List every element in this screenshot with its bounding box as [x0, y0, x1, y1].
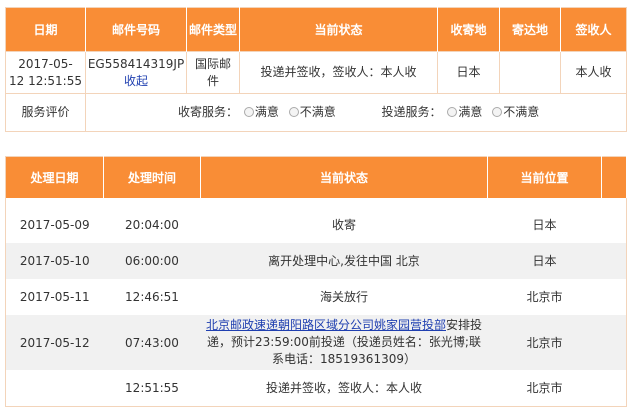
- header-current-location: 当前位置: [487, 156, 602, 198]
- tracking-table: 处理日期 处理时间 当前状态 当前位置 2017-05-09 20:04:00 …: [5, 156, 627, 407]
- tracking-status-line1: 北京邮政速递朝阳路区域分公司姚家园营投部安排投: [201, 317, 488, 334]
- tracking-location: 北京市: [487, 279, 602, 315]
- post-office-link[interactable]: 北京邮政速递朝阳路区域分公司姚家园营投部: [206, 318, 446, 332]
- tracking-time: 07:43:00: [103, 315, 201, 370]
- tracking-row: 2017-05-11 12:46:51 海关放行 北京市: [5, 279, 627, 315]
- mail-type-line1: 国际邮: [194, 56, 231, 71]
- tracking-location: 北京市: [487, 315, 602, 370]
- tracking-blank: [601, 243, 627, 279]
- header-process-time: 处理时间: [103, 156, 201, 198]
- tracking-status: 投递并签收，签收人：本人收: [200, 370, 488, 407]
- mail-type-line2: 件: [206, 73, 219, 88]
- header-mail-number: 邮件号码: [85, 7, 187, 52]
- tracking-date: 2017-05-09: [5, 207, 104, 243]
- summary-header-row: 日期 邮件号码 邮件类型 当前状态 收寄地 寄达地 签收人: [5, 7, 627, 52]
- header-origin: 收寄地: [437, 7, 500, 52]
- tracking-blank: [601, 207, 627, 243]
- tracking-row: 2017-05-09 20:04:00 收寄 日本: [5, 207, 627, 243]
- header-mail-type: 邮件类型: [186, 7, 240, 52]
- header-signer: 签收人: [560, 7, 627, 52]
- header-current-status: 当前状态: [239, 7, 438, 52]
- mail-summary-table: 日期 邮件号码 邮件类型 当前状态 收寄地 寄达地 签收人 2017-05- 1…: [5, 7, 627, 132]
- tracking-status: 海关放行: [200, 279, 488, 315]
- summary-destination: [499, 51, 561, 94]
- summary-mail-number-cell: EG558414319JP 收起: [85, 51, 187, 94]
- tracking-time: 12:51:55: [103, 370, 201, 407]
- summary-date-cell: 2017-05- 12 12:51:55: [5, 51, 86, 94]
- evaluation-options: 收寄服务： 满意 不满意 投递服务： 满意 不满意: [85, 93, 627, 132]
- summary-data-row: 2017-05- 12 12:51:55 EG558414319JP 收起 国际…: [5, 51, 627, 94]
- radio-icon[interactable]: [288, 107, 299, 117]
- spacer-row: [5, 198, 627, 207]
- summary-date: 2017-05-: [18, 56, 73, 71]
- radio-icon[interactable]: [243, 107, 254, 117]
- delivery-satisfied-option[interactable]: 满意: [447, 104, 482, 121]
- tracking-blank: [601, 279, 627, 315]
- summary-signer: 本人收: [560, 51, 627, 94]
- delivery-unsatisfied-option[interactable]: 不满意: [492, 104, 539, 121]
- tracking-status-line2: 递，预计23:59:00前投递（投递员姓名：张光博;联: [207, 335, 481, 349]
- pickup-satisfied-option[interactable]: 满意: [243, 104, 279, 121]
- summary-time: 12 12:51:55: [9, 73, 82, 88]
- header-destination: 寄达地: [499, 7, 561, 52]
- collapse-link[interactable]: 收起: [86, 73, 186, 90]
- summary-status: 投递并签收，签收人：本人收: [239, 51, 438, 94]
- pickup-unsatisfied-label: 不满意: [299, 105, 336, 119]
- pickup-unsatisfied-option[interactable]: 不满意: [288, 104, 336, 121]
- tracking-time: 06:00:00: [103, 243, 201, 279]
- tracking-date: 2017-05-10: [5, 243, 104, 279]
- pickup-service-label: 收寄服务：: [178, 105, 239, 119]
- tracking-date: 2017-05-11: [5, 279, 104, 315]
- tracking-row: 2017-05-10 06:00:00 离开处理中心,发往中国 北京 日本: [5, 243, 627, 279]
- delivery-evaluation-group: 投递服务： 满意 不满意: [382, 104, 546, 121]
- radio-icon[interactable]: [492, 107, 503, 117]
- summary-mail-type-cell: 国际邮 件: [186, 51, 240, 94]
- tracking-status-line1-rest: 安排投: [446, 318, 483, 332]
- delivery-satisfied-label: 满意: [458, 105, 483, 119]
- tracking-row: 12:51:55 投递并签收，签收人：本人收 北京市: [5, 370, 627, 407]
- tracking-status: 离开处理中心,发往中国 北京: [200, 243, 488, 279]
- spacer-cell: [5, 198, 627, 207]
- tracking-blank: [601, 315, 627, 370]
- tracking-location: 日本: [487, 207, 602, 243]
- radio-icon[interactable]: [447, 107, 458, 117]
- tracking-time: 20:04:00: [103, 207, 201, 243]
- tracking-time: 12:46:51: [103, 279, 201, 315]
- mail-number: EG558414319JP: [87, 56, 185, 71]
- delivery-service-label: 投递服务：: [381, 105, 442, 119]
- header-process-date: 处理日期: [5, 156, 104, 198]
- pickup-satisfied-label: 满意: [254, 105, 279, 119]
- header-tracking-status: 当前状态: [200, 156, 488, 198]
- tracking-status-line3: 系电话：18519361309）: [272, 352, 416, 366]
- header-date: 日期: [5, 7, 86, 52]
- tracking-location: 北京市: [487, 370, 602, 407]
- tracking-row: 2017-05-12 07:43:00 北京邮政速递朝阳路区域分公司姚家园营投部…: [5, 315, 627, 370]
- tracking-date: 2017-05-12: [5, 315, 104, 370]
- summary-origin: 日本: [437, 51, 500, 94]
- delivery-unsatisfied-label: 不满意: [503, 105, 540, 119]
- tracking-location: 日本: [487, 243, 602, 279]
- tracking-status: 北京邮政速递朝阳路区域分公司姚家园营投部安排投 递，预计23:59:00前投递（…: [200, 315, 488, 370]
- tracking-blank: [601, 370, 627, 407]
- tracking-header-row: 处理日期 处理时间 当前状态 当前位置: [5, 156, 627, 198]
- tracking-date: [5, 370, 104, 407]
- service-evaluation-row: 服务评价 收寄服务： 满意 不满意 投递服务： 满意 不满意: [5, 93, 627, 132]
- evaluation-label: 服务评价: [5, 93, 86, 132]
- pickup-evaluation-group: 收寄服务： 满意 不满意: [178, 104, 342, 121]
- tracking-status: 收寄: [200, 207, 488, 243]
- header-spacer: [601, 156, 627, 198]
